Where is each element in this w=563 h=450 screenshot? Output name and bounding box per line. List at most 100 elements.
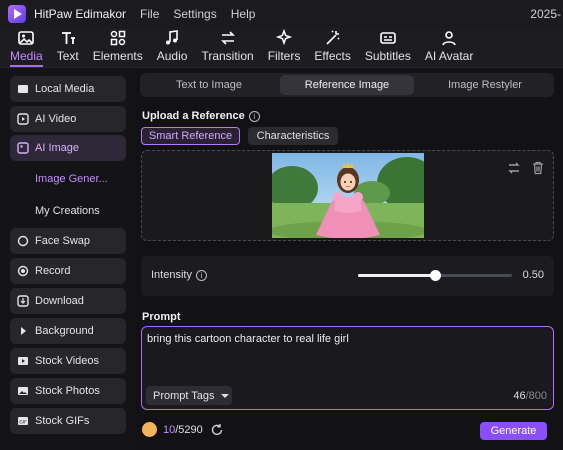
chevron-down-icon	[220, 393, 229, 398]
tool-ai-avatar[interactable]: AI Avatar	[425, 27, 473, 67]
smart-reference-button[interactable]: Smart Reference	[141, 127, 240, 145]
sidebar: Local Media AI Video AI Image Image Gene…	[0, 68, 136, 450]
menu-file[interactable]: File	[140, 7, 159, 21]
tool-filters[interactable]: Filters	[267, 27, 301, 67]
tool-media[interactable]: Media	[10, 27, 43, 67]
sidebar-item-local-media[interactable]: Local Media	[10, 76, 126, 102]
sidebar-item-background[interactable]: Background	[10, 318, 126, 344]
sidebar-item-ai-video[interactable]: AI Video	[10, 106, 126, 132]
elements-icon	[110, 30, 125, 46]
sidebar-item-label: Download	[35, 295, 84, 307]
sidebar-item-label: Stock GIFs	[35, 415, 90, 427]
intensity-slider-handle[interactable]	[430, 270, 441, 281]
stock-video-icon	[18, 357, 28, 365]
sidebar-item-stock-photos[interactable]: Stock Photos	[10, 378, 126, 404]
tool-label: Media	[10, 49, 43, 63]
cartoon-princess-image	[272, 153, 424, 238]
tool-label: Elements	[92, 49, 143, 63]
avatar-icon	[442, 31, 456, 46]
sidebar-item-face-swap[interactable]: Face Swap	[10, 228, 126, 254]
tool-effects[interactable]: Effects	[314, 27, 351, 67]
intensity-slider-fill	[358, 274, 435, 277]
subtitles-icon	[380, 32, 396, 44]
tool-label: Filters	[267, 49, 301, 63]
prompt-input[interactable]: bring this cartoon character to real lif…	[141, 326, 554, 410]
sidebar-item-label: AI Image	[35, 142, 80, 154]
record-icon	[17, 265, 29, 277]
sidebar-item-label: Background	[35, 325, 94, 337]
sidebar-item-download[interactable]: Download	[10, 288, 126, 314]
intensity-value: 0.50	[522, 269, 544, 281]
text-icon	[61, 32, 75, 44]
upload-reference-heading: Upload a Reference i	[142, 110, 260, 122]
sidebar-item-record[interactable]: Record	[10, 258, 126, 284]
transition-icon	[220, 31, 235, 45]
intensity-label: Intensity	[151, 269, 192, 281]
tool-audio[interactable]: Audio	[156, 27, 188, 67]
app-logo-icon	[8, 5, 26, 23]
tool-subtitles[interactable]: Subtitles	[365, 27, 411, 67]
ai-image-icon	[17, 142, 29, 154]
tool-label: Transition	[201, 49, 254, 63]
tool-label: Subtitles	[364, 49, 411, 63]
tab-text-to-image[interactable]: Text to Image	[142, 75, 276, 95]
character-count-max: /800	[525, 390, 547, 402]
date-text: 2025-	[530, 7, 561, 21]
character-count: 46/800	[513, 390, 547, 402]
sidebar-item-label: Local Media	[35, 83, 95, 95]
trash-icon[interactable]	[531, 161, 545, 175]
credits-display: 10 /5290	[142, 422, 224, 437]
title-bar: HitPaw Edimakor File Settings Help 2025-	[0, 0, 563, 28]
sidebar-subitem-my-creations[interactable]: My Creations	[35, 205, 100, 217]
triangle-right-icon	[21, 327, 26, 335]
mode-tabs: Text to Image Reference Image Image Rest…	[140, 73, 554, 97]
reference-image-thumbnail	[272, 153, 424, 238]
generate-button[interactable]: Generate	[480, 422, 547, 440]
prompt-tags-label: Prompt Tags	[153, 389, 215, 402]
intensity-panel: Intensity i 0.50	[141, 256, 554, 296]
image-icon	[18, 31, 35, 45]
menu-settings[interactable]: Settings	[173, 7, 216, 21]
tool-label: Text	[56, 49, 79, 63]
tool-label: AI Avatar	[424, 49, 474, 63]
app-title: HitPaw Edimakor	[34, 7, 127, 21]
music-icon	[166, 30, 178, 45]
characteristics-button[interactable]: Characteristics	[248, 127, 338, 145]
svg-text:GIF: GIF	[19, 419, 27, 425]
tab-reference-image[interactable]: Reference Image	[280, 75, 414, 95]
sidebar-item-label: AI Video	[35, 113, 77, 125]
tool-transition[interactable]: Transition	[201, 27, 254, 67]
gif-icon: GIF	[18, 417, 28, 425]
sidebar-item-label: Stock Photos	[35, 385, 100, 397]
refresh-icon[interactable]	[210, 423, 224, 437]
sidebar-item-label: Record	[35, 265, 71, 277]
reference-drop-zone[interactable]	[141, 150, 554, 241]
folder-icon	[18, 85, 28, 93]
download-icon	[17, 295, 29, 307]
ai-video-icon	[17, 113, 29, 125]
sidebar-item-stock-videos[interactable]: Stock Videos	[10, 348, 126, 374]
tool-label: Effects	[314, 49, 351, 63]
tool-elements[interactable]: Elements	[93, 27, 143, 67]
info-icon[interactable]: i	[195, 269, 207, 281]
prompt-tags-dropdown[interactable]: Prompt Tags	[146, 386, 232, 405]
info-icon[interactable]: i	[248, 110, 260, 122]
main-toolbar: Media Text Elements Audio Transition Fil…	[0, 28, 563, 68]
tab-image-restyler[interactable]: Image Restyler	[418, 75, 552, 95]
swap-icon[interactable]	[507, 161, 521, 175]
coin-icon	[142, 422, 157, 437]
sidebar-subitem-image-generator[interactable]: Image Gener...	[35, 173, 108, 185]
reference-actions	[507, 161, 545, 175]
character-count-value: 46	[513, 390, 526, 402]
sidebar-item-ai-image[interactable]: AI Image	[10, 135, 126, 161]
tool-label: Audio	[156, 49, 188, 63]
menu-help[interactable]: Help	[231, 7, 256, 21]
tool-text[interactable]: Text	[57, 27, 79, 67]
face-swap-icon	[17, 235, 29, 247]
sidebar-item-label: Face Swap	[35, 235, 91, 247]
credits-used: 10	[163, 423, 176, 436]
magic-wand-icon	[326, 30, 340, 45]
prompt-text[interactable]: bring this cartoon character to real lif…	[147, 333, 349, 345]
footer-bar: 10 /5290 Generate	[140, 416, 554, 446]
sidebar-item-stock-gifs[interactable]: GIF Stock GIFs	[10, 408, 126, 434]
